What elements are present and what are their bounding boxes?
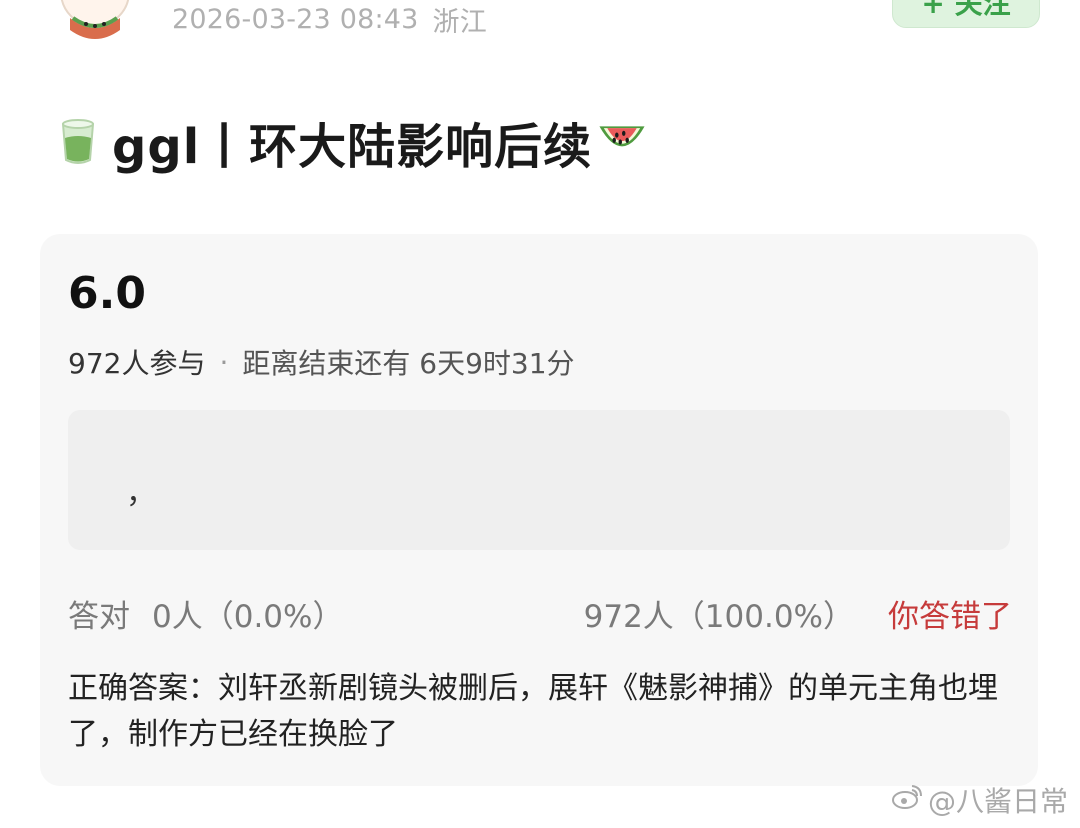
post-location: 浙江 xyxy=(432,6,487,38)
participant-count: 972人参与 xyxy=(68,347,206,380)
correct-answer: 正确答案：刘轩丞新剧镜头被删后，展轩《魅影神捕》的单元主角也埋了，制作方已经在换… xyxy=(68,671,998,752)
quiz-stats: 答对 0人（0.0%） 972人（100.0%） 你答错了 xyxy=(68,590,1012,636)
post-title: ggl丨环大陆影响后续 xyxy=(52,104,648,180)
tea-cup-icon xyxy=(52,116,104,168)
watermark: @八酱日常 xyxy=(890,780,1068,820)
answer-option-text: ， xyxy=(126,476,156,511)
quiz-card: 6.0 972人参与 · 距离结束还有 6天9时31分 ， 答对 0人（0.0%… xyxy=(40,234,1038,786)
follow-button[interactable]: + 关注 xyxy=(892,0,1040,28)
post-meta: 2026-03-23 08:43 浙江 xyxy=(172,0,487,38)
meta-separator: · xyxy=(219,345,229,379)
watermark-text: @八酱日常 xyxy=(927,785,1068,818)
follow-button-label: + 关注 xyxy=(921,0,1011,20)
quiz-score: 6.0 xyxy=(68,268,146,319)
watermelon-icon xyxy=(596,116,648,168)
weibo-logo-icon xyxy=(890,783,922,818)
time-remaining: 距离结束还有 6天9时31分 xyxy=(242,347,575,380)
correct-label: 答对 xyxy=(68,598,130,635)
result-status: 你答错了 xyxy=(888,598,1012,635)
wrong-count: 972人（100.0%） xyxy=(583,598,854,635)
avatar[interactable] xyxy=(52,0,138,40)
correct-count: 0人（0.0%） xyxy=(152,598,344,635)
post-timestamp: 2026-03-23 08:43 xyxy=(172,3,419,35)
post-title-text: ggl丨环大陆影响后续 xyxy=(112,119,593,175)
quiz-meta: 972人参与 · 距离结束还有 6天9时31分 xyxy=(68,342,575,382)
answer-option[interactable]: ， xyxy=(68,410,1010,550)
